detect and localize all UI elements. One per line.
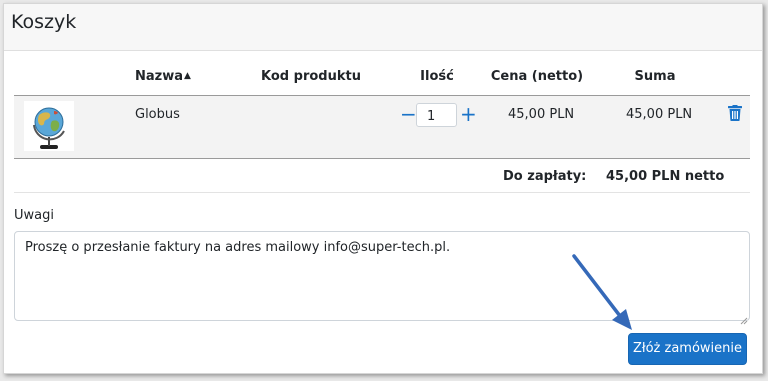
- column-header-quantity: Ilość: [420, 69, 454, 84]
- total-value: 45,00 PLN netto: [606, 169, 725, 184]
- product-name: Globus: [135, 107, 180, 122]
- sort-asc-icon: ▲: [184, 71, 191, 81]
- product-price: 45,00 PLN: [508, 107, 575, 122]
- quantity-increase-button[interactable]: +: [460, 104, 477, 124]
- column-header-name[interactable]: Nazwa▲: [135, 69, 191, 84]
- notes-label: Uwagi: [14, 208, 54, 223]
- quantity-input[interactable]: [416, 103, 457, 127]
- notes-textarea[interactable]: Proszę o przesłanie faktury na adres mai…: [14, 231, 750, 321]
- product-thumbnail: [24, 101, 74, 151]
- product-sum: 45,00 PLN: [626, 107, 693, 122]
- globe-icon: [33, 107, 65, 149]
- table-row: [14, 95, 750, 159]
- resize-handle-icon[interactable]: [740, 310, 748, 325]
- quantity-decrease-button[interactable]: −: [400, 104, 417, 124]
- column-header-sum: Suma: [634, 69, 676, 84]
- card-header: [4, 4, 762, 51]
- page-title: Koszyk: [11, 11, 77, 33]
- total-label: Do zapłaty:: [503, 169, 587, 184]
- column-header-price: Cena (netto): [490, 69, 584, 84]
- trash-icon[interactable]: [728, 105, 742, 121]
- submit-order-button[interactable]: Złóż zamówienie: [628, 333, 747, 365]
- column-header-code: Kod produktu: [261, 69, 361, 84]
- divider: [14, 192, 750, 193]
- column-header-name-label: Nazwa: [135, 69, 184, 84]
